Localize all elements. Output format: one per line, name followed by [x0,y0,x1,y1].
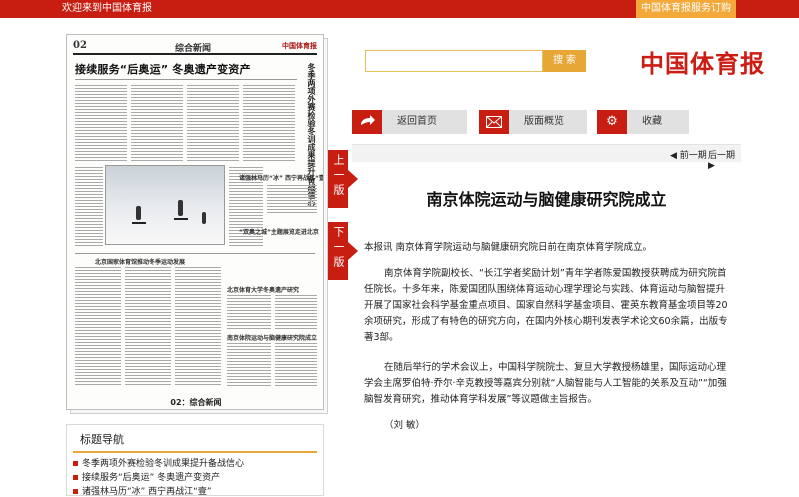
nav-list-item[interactable]: 诸强林马历“冰” 西宁再战江“壹” [73,484,212,497]
article-author: （刘 敏） [384,420,426,431]
search-button[interactable]: 搜 索 [543,50,586,72]
ski-shape [132,222,146,224]
text-column [227,295,271,329]
title-navigation: 标题导航 冬季两项外赛检验冬训成果提升备战信心 接续服务“后奥运” 冬奥遗产变资… [66,424,324,497]
brand-logo: 中国体育报 [640,49,765,78]
text-column [243,85,295,161]
next-issue-link[interactable]: 后一期 ▶ [708,148,741,171]
newspaper-page-thumbnail[interactable]: 02 综合新闻 中国体育报 接续服务“后奥运” 冬奥遗产变资产 冬季两项外赛检验… [66,34,330,414]
return-arrow-icon [352,110,382,134]
article-paragraph: 南京体育学院副校长、“长江学者奖励计划”青年学者陈爱国教授获聘成为研究院首任院长… [364,268,728,343]
home-button[interactable]: 返回首页 [352,110,467,134]
title-navigation-heading: 标题导航 [80,433,124,446]
ski-shape [174,218,188,220]
page-masthead: 中国体育报 [282,42,317,50]
text-column [75,85,127,161]
text-column [131,85,183,161]
text-column [275,343,317,387]
gear-icon: ⚙ [597,110,627,134]
page-small-headline[interactable]: “双奥之城”主题展览走进北京 [239,227,319,236]
text-column [275,295,317,329]
previous-issue-link[interactable]: ◀ 前一期 [670,148,707,161]
home-button-label: 返回首页 [397,116,437,127]
search-input[interactable] [365,50,543,72]
next-edition-tab[interactable]: 下一版 [328,222,358,280]
article-paragraph: 在随后举行的学术会议上，中国科学院院士、复旦大学教授杨雄里，国际运动心理学会主席… [364,362,727,405]
text-column [227,343,271,387]
bullet-icon [73,475,78,480]
skier-figure [178,200,183,216]
previous-edition-label: 上一版 [332,154,345,199]
divider [73,451,317,453]
skier-figure [202,212,206,224]
divider [75,79,297,80]
page-small-headline[interactable]: 北京国家体育馆推动冬季运动发展 [95,257,185,266]
subscribe-link[interactable]: 中国体育报服务订购 [636,0,736,18]
nav-list-item[interactable]: 接续服务“后奥运” 冬奥遗产变资产 [73,470,220,483]
favorite-button[interactable]: ⚙ 收藏 [597,110,689,134]
text-column [125,267,171,387]
bullet-icon [73,489,78,494]
text-column [187,85,239,161]
page-small-headline[interactable]: 诸强林马历“冰” 西宁再战江“壹” [239,173,323,182]
nav-item-label: 接续服务“后奥运” 冬奥遗产变资产 [82,473,221,483]
previous-edition-tab[interactable]: 上一版 [328,150,358,208]
text-column [75,267,121,387]
newspaper-page[interactable]: 02 综合新闻 中国体育报 接续服务“后奥运” 冬奥遗产变资产 冬季两项外赛检验… [66,34,324,410]
welcome-text: 欢迎来到中国体育报 [62,3,152,14]
page-lead-headline[interactable]: 接续服务“后奥运” 冬奥遗产变资产 [75,61,251,77]
nav-list-item[interactable]: 冬季两项外赛检验冬训成果提升备战信心 [73,456,244,469]
page-section: 综合新闻 [175,44,212,54]
text-column [75,167,103,247]
issue-pager: ◀ 前一期 后一期 ▶ [352,144,741,171]
page-number: 02 [73,40,87,51]
article-paragraph: 本报讯 南京体育学院运动与脑健康研究院日前在南京体育学院成立。 [364,242,653,253]
text-column [267,185,317,215]
article-title: 南京体院运动与脑健康研究院成立 [426,190,667,209]
page-small-headline[interactable]: 南京体院运动与脑健康研究院成立 [227,333,317,342]
page-caption: 02：综合新闻 [170,398,222,407]
nav-item-label: 冬季两项外赛检验冬训成果提升备战信心 [82,459,245,469]
page-small-headline[interactable]: 北京体育大学冬奥遗产研究 [227,285,299,294]
text-column [175,267,221,387]
top-bar: 欢迎来到中国体育报 中国体育报服务订购 [0,0,799,18]
envelope-icon [479,110,509,134]
layout-overview-button[interactable]: 版面概览 [479,110,587,134]
skier-figure [136,206,141,220]
divider [75,253,315,254]
favorite-button-label: 收藏 [642,116,662,127]
layout-overview-label: 版面概览 [524,116,564,127]
next-edition-label: 下一版 [332,226,345,271]
page-header: 02 综合新闻 中国体育报 [73,39,317,55]
bullet-icon [73,461,78,466]
page-photo [105,165,225,245]
